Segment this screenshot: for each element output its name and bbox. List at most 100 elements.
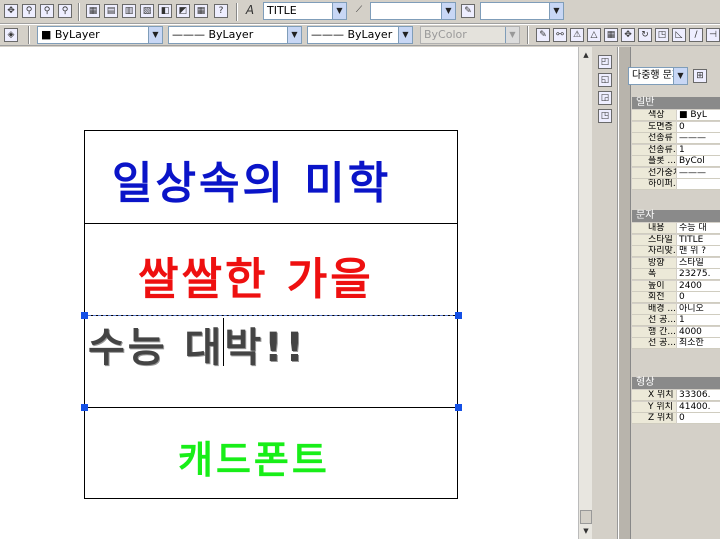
property-row[interactable]: 선가중치——— — [632, 167, 720, 179]
property-row[interactable]: 폭 23275. — [632, 269, 720, 280]
property-value[interactable]: 1 — [677, 315, 720, 326]
section-header-text[interactable]: 문자 — [632, 210, 720, 222]
send-to-back-icon[interactable]: ◱ — [598, 73, 612, 87]
property-row[interactable]: 높이 2400 — [632, 280, 720, 292]
property-value[interactable]: 아니오 — [677, 303, 720, 315]
property-value[interactable]: 4000 — [677, 326, 720, 338]
dim-style-combo[interactable]: ▼ — [370, 2, 456, 20]
property-row[interactable]: 배경 ... 아니오 — [632, 303, 720, 315]
offset-icon[interactable]: △ — [587, 28, 601, 42]
property-row[interactable]: 내용 수능 대 — [632, 223, 720, 234]
quick-select-icon[interactable]: ⊞ — [693, 69, 707, 83]
chevron-down-icon[interactable]: ▼ — [332, 3, 346, 19]
bring-to-front-icon[interactable]: ◰ — [598, 55, 612, 69]
chevron-down-icon[interactable]: ▼ — [549, 3, 563, 19]
property-row[interactable]: 행 간... 4000 — [632, 326, 720, 338]
erase-icon[interactable]: ✎ — [536, 28, 550, 42]
copy-icon[interactable]: ⚯ — [553, 28, 567, 42]
property-value[interactable]: 0 — [677, 413, 720, 424]
scale-icon[interactable]: ◳ — [655, 28, 669, 42]
text-style-combo[interactable]: TITLE ▼ — [263, 2, 347, 20]
property-value[interactable]: 맨 위 ? — [677, 246, 720, 257]
property-row[interactable]: X 위치 33306. — [632, 390, 720, 401]
linetype-combo[interactable]: ——— ByLayer ▼ — [168, 26, 302, 44]
extend-icon[interactable]: ⊣ — [706, 28, 720, 42]
chevron-down-icon[interactable]: ▼ — [398, 27, 412, 43]
chevron-down-icon[interactable]: ▼ — [673, 68, 687, 84]
property-row[interactable]: 선 공... 최소한 — [632, 338, 720, 349]
property-value[interactable]: 0 — [677, 292, 720, 303]
property-row[interactable]: 플롯 ... ByCol — [632, 156, 720, 167]
chevron-down-icon[interactable]: ▼ — [287, 27, 301, 43]
scroll-down-icon[interactable]: ▼ — [580, 525, 592, 537]
send-under-icon[interactable]: ◳ — [598, 109, 612, 123]
zoom-window-icon[interactable]: ⚲ — [40, 4, 54, 18]
layer-manager-icon[interactable]: ◈ — [4, 28, 18, 42]
vertical-scrollbar[interactable]: ▲ ▼ — [578, 47, 592, 539]
stretch-icon[interactable]: ◺ — [672, 28, 686, 42]
mtext-row4[interactable]: 캐드폰트 — [178, 429, 330, 484]
property-value[interactable]: 41400. — [677, 401, 720, 413]
property-value[interactable]: 33306. — [677, 390, 720, 401]
properties-icon[interactable]: ▦ — [86, 4, 100, 18]
property-row[interactable]: Y 위치 41400. — [632, 401, 720, 413]
zoom-realtime-icon[interactable]: ⚲ — [22, 4, 36, 18]
palette-title-strip[interactable] — [619, 47, 631, 539]
property-row[interactable]: 하이퍼... — [632, 179, 720, 190]
dbconnect-icon[interactable]: ◩ — [176, 4, 190, 18]
property-row[interactable]: 방향 스타일 — [632, 257, 720, 269]
property-row[interactable]: 선 공... 1 — [632, 315, 720, 326]
calculator-icon[interactable]: ▦ — [194, 4, 208, 18]
section-header-general[interactable]: 일반 — [632, 97, 720, 109]
design-center-icon[interactable]: ▤ — [104, 4, 118, 18]
chevron-down-icon[interactable]: ▼ — [148, 27, 162, 43]
property-value[interactable]: 2400 — [677, 280, 720, 292]
property-row[interactable]: 선종류...1 — [632, 144, 720, 156]
move-icon[interactable]: ✥ — [621, 28, 635, 42]
help-icon[interactable]: ? — [214, 4, 228, 18]
trim-icon[interactable]: / — [689, 28, 703, 42]
rotate-icon[interactable]: ↻ — [638, 28, 652, 42]
scroll-up-icon[interactable]: ▲ — [580, 49, 592, 61]
mtext-row1[interactable]: 일상속의 미학 — [112, 147, 391, 211]
grip-handle[interactable] — [81, 404, 88, 411]
mtext-row2[interactable]: 쌀쌀한 가을 — [138, 243, 374, 307]
chevron-down-icon[interactable]: ▼ — [441, 3, 455, 19]
grip-handle[interactable] — [455, 312, 462, 319]
property-row[interactable]: 자리맞...맨 위 ? — [632, 246, 720, 257]
tool-palettes-icon[interactable]: ▥ — [122, 4, 136, 18]
property-value[interactable]: TITLE — [677, 234, 720, 246]
property-value[interactable]: ■ ByL — [677, 110, 720, 121]
property-row[interactable]: 선종류 ——— — [632, 133, 720, 144]
table-style-combo[interactable]: ▼ — [480, 2, 564, 20]
property-value[interactable]: 23275. — [677, 269, 720, 280]
property-value[interactable]: 스타일 — [677, 257, 720, 269]
property-row[interactable]: 스타일 TITLE — [632, 234, 720, 246]
mirror-icon[interactable]: ⚠ — [570, 28, 584, 42]
scroll-thumb[interactable] — [580, 510, 592, 524]
zoom-previous-icon[interactable]: ⚲ — [58, 4, 72, 18]
color-combo[interactable]: ■ ByLayer ▼ — [37, 26, 163, 44]
property-value[interactable] — [677, 179, 720, 190]
array-icon[interactable]: ▦ — [604, 28, 618, 42]
mtext-row3-selected[interactable]: 수능 대박!! — [88, 315, 307, 373]
property-value[interactable]: 수능 대 — [677, 223, 720, 234]
sheet-set-icon[interactable]: ▧ — [140, 4, 154, 18]
object-type-combo[interactable]: 다중행 문자 ▼ — [628, 67, 688, 85]
grip-handle[interactable] — [81, 312, 88, 319]
property-value[interactable]: ——— — [677, 133, 720, 144]
property-row[interactable]: 색상 ■ ByL — [632, 110, 720, 121]
property-row[interactable]: Z 위치 0 — [632, 413, 720, 424]
pan-realtime-icon[interactable]: ✥ — [4, 4, 18, 18]
property-value[interactable]: 1 — [677, 144, 720, 156]
grip-handle[interactable] — [455, 404, 462, 411]
property-value[interactable]: ByCol — [677, 156, 720, 167]
property-value[interactable]: 0 — [677, 121, 720, 133]
markup-icon[interactable]: ◧ — [158, 4, 172, 18]
property-value[interactable]: ——— — [677, 167, 720, 179]
property-row[interactable]: 회전 0 — [632, 292, 720, 303]
bring-above-icon[interactable]: ◲ — [598, 91, 612, 105]
property-row[interactable]: 도면층 0 — [632, 121, 720, 133]
section-header-geometry[interactable]: 형상 — [632, 377, 720, 389]
property-value[interactable]: 최소한 — [677, 338, 720, 349]
